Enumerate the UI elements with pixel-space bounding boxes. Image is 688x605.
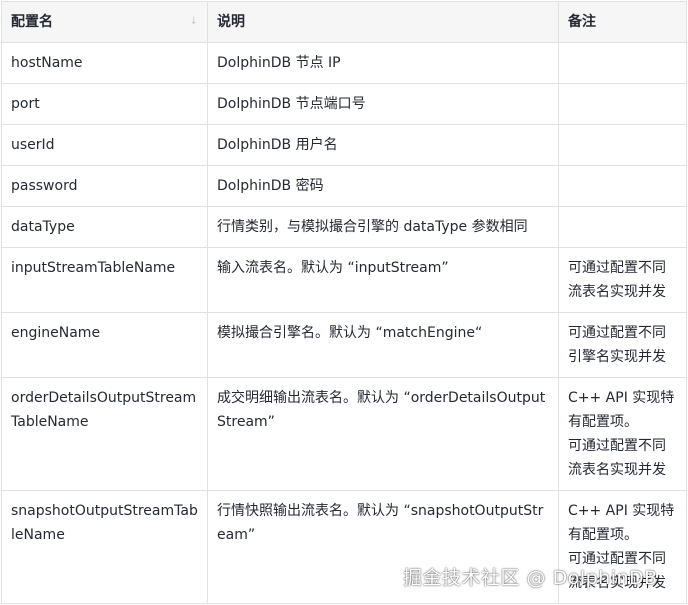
description-cell: 模拟撮合引擎名。默认为 “matchEngine“ [207,312,559,378]
config-name-cell: dataType [1,206,208,248]
config-name-cell: port [1,83,208,125]
table-row: password DolphinDB 密码 [1,165,687,207]
description-cell: DolphinDB 节点 IP [207,42,559,84]
note-cell [558,165,687,207]
table-row: orderDetailsOutputStreamTableName 成交明细输出… [1,377,687,491]
note-cell: 可通过配置不同流表名实现并发 [558,247,687,313]
config-name-cell: userId [1,124,208,166]
description-cell: DolphinDB 密码 [207,165,559,207]
table-row: userId DolphinDB 用户名 [1,124,687,166]
table-row: port DolphinDB 节点端口号 [1,83,687,125]
table-row: engineName 模拟撮合引擎名。默认为 “matchEngine“ 可通过… [1,312,687,378]
description-cell: 成交明细输出流表名。默认为 “orderDetailsOutputStream” [207,377,559,491]
note-cell [558,42,687,84]
config-name-cell: engineName [1,312,208,378]
note-cell: C++ API 实现特有配置项。 可通过配置不同流表名实现并发 [558,377,687,491]
table-header-row: 配置名 ↓ 说明 备注 [1,1,687,43]
header-description: 说明 [207,1,559,43]
table-row: inputStreamTableName 输入流表名。默认为 “inputStr… [1,247,687,313]
watermark: 掘金技术社区 @ DolphinDB [403,567,658,589]
config-name-cell: hostName [1,42,208,84]
table-row: hostName DolphinDB 节点 IP [1,42,687,84]
table-row: dataType 行情类别，与模拟撮合引擎的 dataType 参数相同 [1,206,687,248]
config-table: 配置名 ↓ 说明 备注 hostName DolphinDB 节点 IP port… [1,1,687,604]
config-name-cell: orderDetailsOutputStreamTableName [1,377,208,491]
description-cell: 行情类别，与模拟撮合引擎的 dataType 参数相同 [207,206,559,248]
config-name-cell: inputStreamTableName [1,247,208,313]
config-name-cell: password [1,165,208,207]
header-config-name[interactable]: 配置名 ↓ [1,1,208,43]
note-cell: 可通过配置不同引擎名实现并发 [558,312,687,378]
config-name-cell: snapshotOutputStreamTableName [1,490,208,604]
header-note: 备注 [558,1,687,43]
description-cell: DolphinDB 用户名 [207,124,559,166]
note-cell [558,83,687,125]
note-cell [558,206,687,248]
description-cell: 输入流表名。默认为 “inputStream” [207,247,559,313]
description-cell: DolphinDB 节点端口号 [207,83,559,125]
sort-icon[interactable]: ↓ [190,10,198,34]
note-cell [558,124,687,166]
